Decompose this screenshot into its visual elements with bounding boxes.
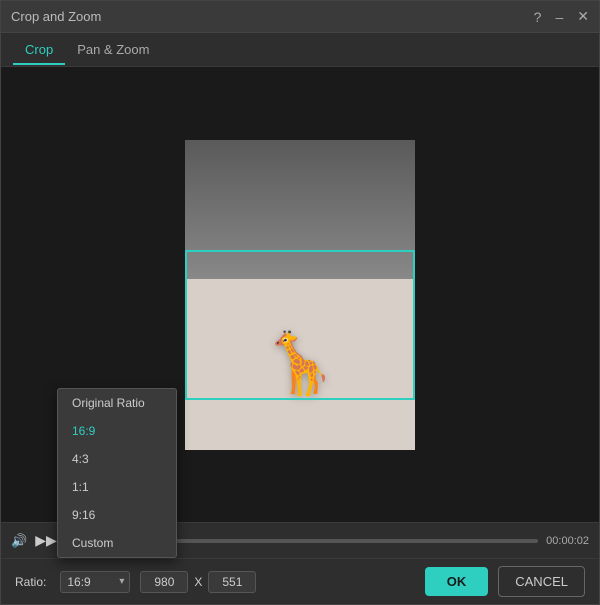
dropdown-item-4-3[interactable]: 4:3 — [58, 445, 176, 473]
title-bar-left: Crop and Zoom — [11, 9, 101, 24]
ratio-select-wrapper[interactable]: 16:9 4:3 1:1 9:16 Custom ▾ — [60, 571, 130, 593]
tab-pan-zoom[interactable]: Pan & Zoom — [65, 36, 161, 65]
play-button[interactable]: ▶▶ — [35, 532, 57, 549]
window-title: Crop and Zoom — [11, 9, 101, 24]
title-bar-right: ? – ✕ — [534, 8, 589, 25]
tab-crop[interactable]: Crop — [13, 36, 65, 65]
tab-bar: Crop Pan & Zoom — [1, 33, 599, 67]
video-canvas: 🦒 — [185, 140, 415, 450]
ratio-dropdown-menu: Original Ratio 16:9 4:3 1:1 9:16 Custom — [57, 388, 177, 558]
close-button[interactable]: ✕ — [577, 8, 589, 25]
dropdown-item-original[interactable]: Original Ratio — [58, 389, 176, 417]
dimensions-group: X — [140, 571, 256, 593]
height-input[interactable] — [208, 571, 256, 593]
ok-button[interactable]: OK — [425, 567, 489, 596]
ratio-select[interactable]: 16:9 4:3 1:1 9:16 Custom — [60, 571, 130, 593]
minimize-button[interactable]: – — [555, 9, 563, 25]
bottom-controls: Ratio: 16:9 4:3 1:1 9:16 Custom ▾ X OK C… — [1, 558, 599, 604]
dimensions-separator: X — [194, 575, 202, 589]
video-bg-bottom: 🦒 — [185, 279, 415, 450]
ratio-label: Ratio: — [15, 575, 46, 589]
app-window: Crop and Zoom ? – ✕ Crop Pan & Zoom 🦒 🔊 … — [0, 0, 600, 605]
dropdown-item-1-1[interactable]: 1:1 — [58, 473, 176, 501]
cancel-button[interactable]: CANCEL — [498, 566, 585, 597]
progress-track[interactable] — [151, 539, 538, 543]
help-button[interactable]: ? — [534, 9, 542, 25]
width-input[interactable] — [140, 571, 188, 593]
title-bar: Crop and Zoom ? – ✕ — [1, 1, 599, 33]
video-bg-top — [185, 140, 415, 280]
dropdown-item-custom[interactable]: Custom — [58, 529, 176, 557]
dropdown-item-16-9[interactable]: 16:9 — [58, 417, 176, 445]
giraffe-toy: 🦒 — [263, 334, 338, 394]
volume-icon[interactable]: 🔊 — [11, 533, 27, 549]
dropdown-item-9-16[interactable]: 9:16 — [58, 501, 176, 529]
time-total: 00:00:02 — [546, 535, 589, 547]
